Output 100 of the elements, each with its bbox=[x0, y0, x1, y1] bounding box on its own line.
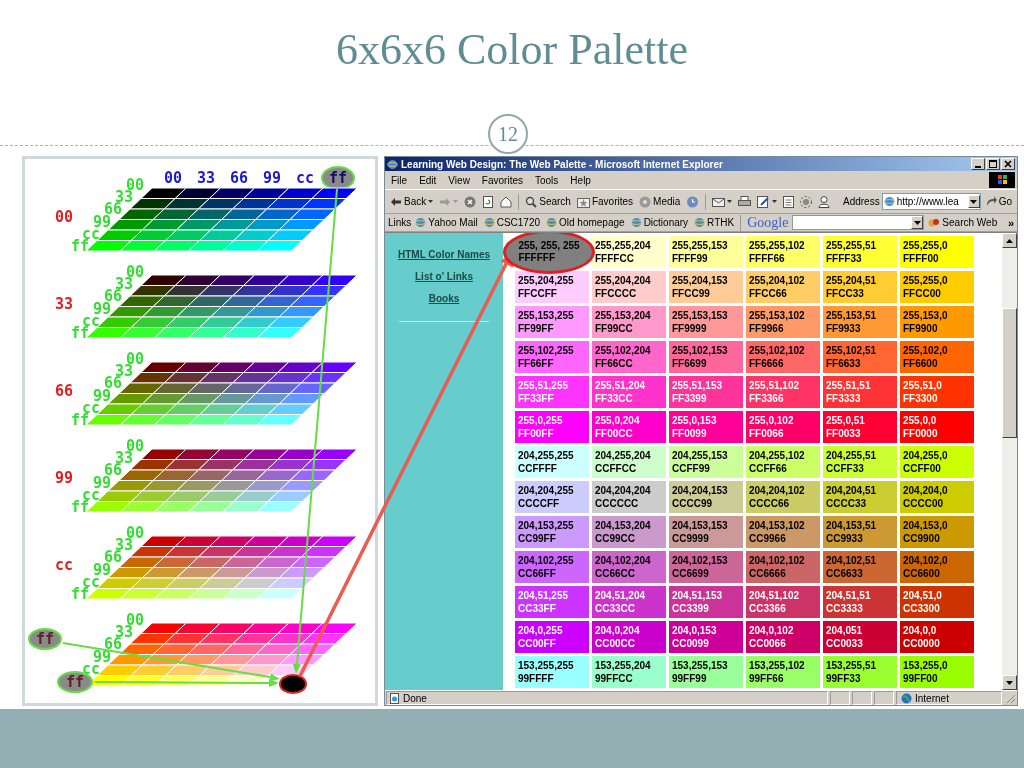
link-button[interactable]: CSC1720 bbox=[481, 215, 542, 230]
person-icon bbox=[818, 195, 831, 208]
dropdown-button[interactable] bbox=[967, 195, 980, 208]
color-cell: 204,153,153 CC9999 bbox=[669, 516, 743, 548]
color-cell: 255,102,153 FF6699 bbox=[669, 341, 743, 373]
close-button[interactable] bbox=[1001, 158, 1015, 170]
search-button[interactable]: Search bbox=[523, 192, 573, 211]
column-value-label: 00 bbox=[163, 169, 183, 187]
color-cell: 255,0,204 FF00CC bbox=[592, 411, 666, 443]
sidebar-link[interactable]: HTML Color Names bbox=[397, 249, 491, 260]
scroll-up-button[interactable] bbox=[1002, 233, 1017, 248]
caret-icon bbox=[772, 199, 778, 204]
gear-icon bbox=[800, 195, 813, 208]
star-folder-icon bbox=[576, 195, 590, 208]
color-cell: 255,255,153 FFFF99 bbox=[669, 236, 743, 268]
color-cell: 204,051 CC0033 bbox=[823, 621, 897, 653]
color-cell: 204,153,255 CC99FF bbox=[515, 516, 589, 548]
color-cell: 204,255,204 CCFFCC bbox=[592, 446, 666, 478]
color-cell: 153,255,204 99FFCC bbox=[592, 656, 666, 688]
menu-item[interactable]: Tools bbox=[535, 174, 559, 186]
search-field[interactable] bbox=[792, 215, 925, 230]
color-cell: 204,204,204 CCCCCC bbox=[592, 481, 666, 513]
scroll-thumb[interactable] bbox=[1002, 308, 1017, 438]
scroll-down-button[interactable] bbox=[1002, 675, 1017, 690]
column-value-label: 66 bbox=[229, 169, 249, 187]
color-cell: 204,255,153 CCFF99 bbox=[669, 446, 743, 478]
layer-value-label: 00 bbox=[55, 208, 74, 226]
color-cell: 204,0,0 CC0000 bbox=[900, 621, 974, 653]
dropdown-button[interactable] bbox=[911, 216, 924, 229]
link-button[interactable]: RTHK bbox=[692, 215, 737, 230]
menu-item[interactable]: View bbox=[448, 174, 470, 186]
link-button[interactable]: Dictionary bbox=[628, 215, 691, 230]
color-cell: 255,51,102 FF3366 bbox=[746, 376, 820, 408]
close-icon bbox=[1004, 160, 1012, 168]
color-cell: 255,153,51 FF9933 bbox=[823, 306, 897, 338]
color-cell: 204,204,153 CCCC99 bbox=[669, 481, 743, 513]
address-field[interactable]: http://www.lea bbox=[881, 193, 981, 210]
globe-page-icon bbox=[546, 217, 557, 228]
color-cell: 153,255,153 99FF99 bbox=[669, 656, 743, 688]
link-button[interactable]: Old homepage bbox=[544, 215, 627, 230]
color-cell: 204,204,0 CCCC00 bbox=[900, 481, 974, 513]
disc-icon bbox=[639, 195, 652, 208]
sidebar-link[interactable]: List o' Links bbox=[415, 271, 473, 282]
menu-item[interactable]: Edit bbox=[419, 174, 437, 186]
color-cell: 255,102,51 FF6633 bbox=[823, 341, 897, 373]
sidebar-link[interactable]: Books bbox=[428, 293, 460, 304]
status-pane bbox=[830, 691, 850, 705]
resize-grip-icon[interactable] bbox=[1004, 692, 1016, 704]
back-button[interactable]: Back bbox=[388, 192, 436, 211]
go-button[interactable]: Go bbox=[982, 192, 1014, 211]
color-cell: 204,102,102 CC6666 bbox=[746, 551, 820, 583]
more-chevron[interactable]: » bbox=[1007, 216, 1014, 229]
color-cell: 255,255,0 FFFF00 bbox=[900, 236, 974, 268]
globe-page-icon bbox=[883, 196, 895, 207]
flag-logo-icon bbox=[989, 172, 1015, 188]
maximize-button[interactable] bbox=[986, 158, 1000, 170]
color-cell: 255,204,255 FFCCFF bbox=[515, 271, 589, 303]
globe-page-icon bbox=[630, 217, 642, 228]
color-cell: 255,204,51 FFCC33 bbox=[823, 271, 897, 303]
circled-label: ff bbox=[321, 166, 355, 190]
color-cell: 204,51,153 CC3399 bbox=[669, 586, 743, 618]
link-button[interactable]: Yahoo Mail bbox=[413, 215, 480, 230]
layer-value-label: 99 bbox=[55, 469, 74, 487]
clock-icon bbox=[686, 195, 700, 208]
menu-item[interactable]: Help bbox=[570, 174, 591, 186]
links-label: Links bbox=[388, 217, 412, 228]
color-cell: 255,0,153 FF0099 bbox=[669, 411, 743, 443]
color-cell: 255,51,0 FF3300 bbox=[900, 376, 974, 408]
color-cell: 204,0,204 CC00CC bbox=[592, 621, 666, 653]
color-cell: 255,255,204 FFFFCC bbox=[592, 236, 666, 268]
search-web-button[interactable]: Search Web bbox=[926, 215, 1000, 230]
layer-value-label: 66 bbox=[55, 382, 74, 400]
media-button[interactable]: Media bbox=[637, 192, 683, 211]
layer-value-label: cc bbox=[55, 556, 74, 574]
address-label: Address bbox=[842, 196, 880, 207]
color-cell: 204,153,51 CC9933 bbox=[823, 516, 897, 548]
color-cell: 204,204,102 CCCC66 bbox=[746, 481, 820, 513]
menu-item[interactable]: File bbox=[391, 174, 408, 186]
refresh-icon bbox=[482, 195, 495, 208]
globe-icon bbox=[901, 692, 912, 704]
column-value-label: cc bbox=[295, 169, 315, 187]
status-pane bbox=[874, 691, 894, 705]
pencil-page-icon bbox=[757, 195, 771, 208]
favorites-button[interactable]: Favorites bbox=[574, 192, 636, 211]
color-cell: 204,204,255 CCCCFF bbox=[515, 481, 589, 513]
color-cell: 255,102,255 FF66FF bbox=[515, 341, 589, 373]
address-text: http://www.lea bbox=[896, 196, 960, 207]
printer-icon bbox=[738, 195, 752, 208]
color-cell: 204,51,204 CC33CC bbox=[592, 586, 666, 618]
color-cell: 204,102,204 CC66CC bbox=[592, 551, 666, 583]
target-dot bbox=[279, 674, 307, 694]
color-cell: 255,255,0 FFCC00 bbox=[900, 271, 974, 303]
color-cell: 255,0,102 FF0066 bbox=[746, 411, 820, 443]
caret-icon bbox=[428, 199, 434, 204]
color-cell: 204,51,255 CC33FF bbox=[515, 586, 589, 618]
minimize-button[interactable] bbox=[971, 158, 985, 170]
menu-item[interactable]: Favorites bbox=[481, 174, 523, 186]
layer-value-label: 33 bbox=[55, 295, 74, 313]
color-cell: 255,153,153 FF9999 bbox=[669, 306, 743, 338]
caret-icon bbox=[970, 199, 978, 204]
